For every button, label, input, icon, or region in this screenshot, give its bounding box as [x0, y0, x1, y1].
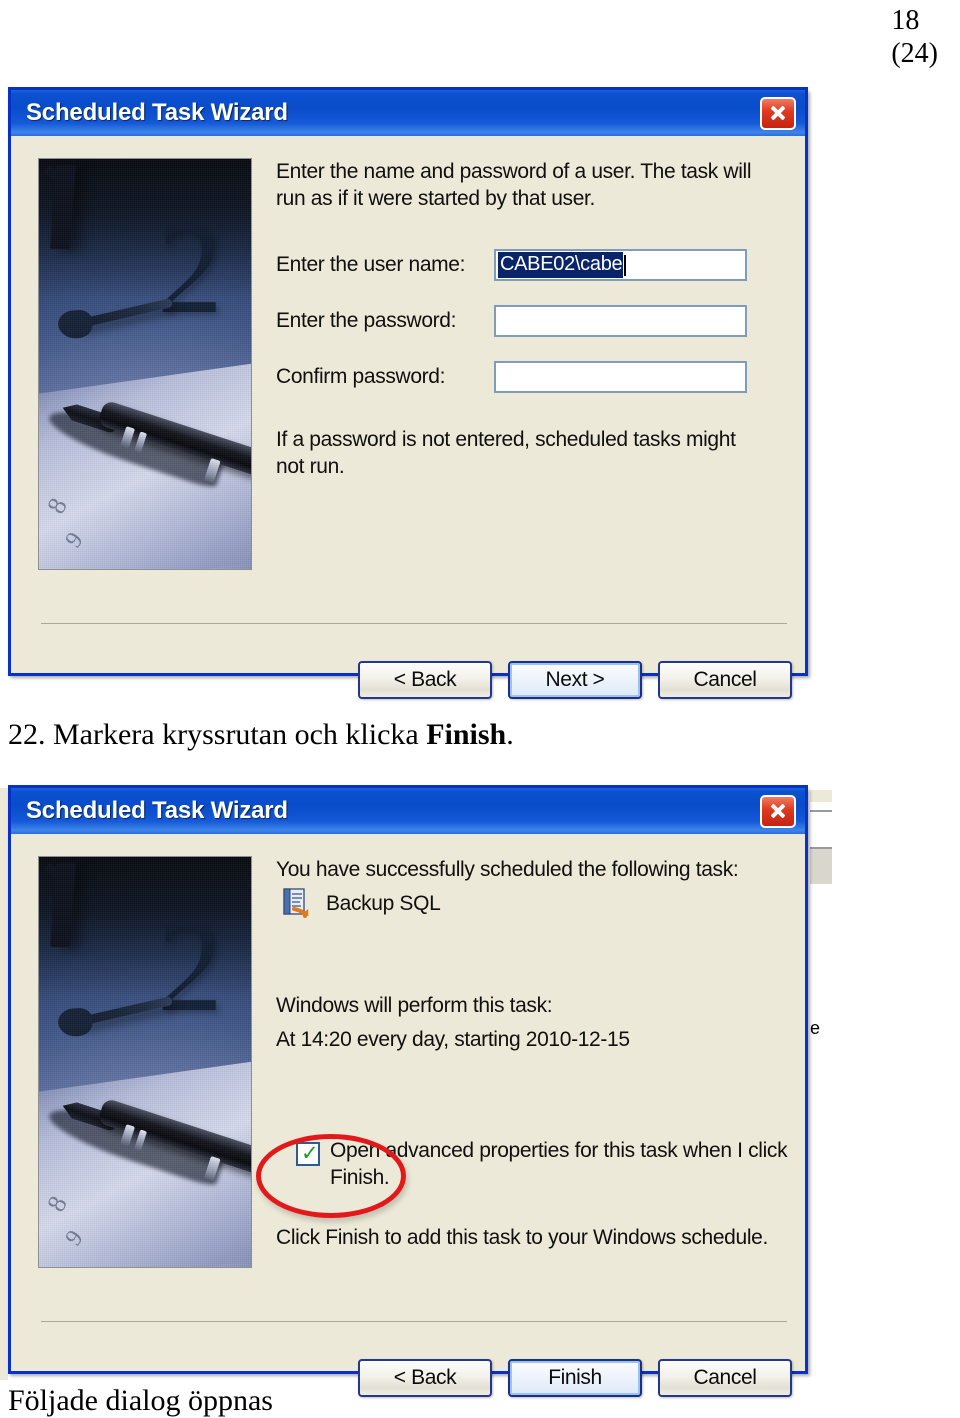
checkbox-label-line1: Open advanced properties for this task w…	[330, 1139, 788, 1162]
dialog1-note-line2: not run.	[276, 455, 345, 478]
scheduled-task-name: Backup SQL	[326, 891, 441, 915]
user-name-label: Enter the user name:	[276, 253, 466, 276]
open-advanced-properties-row[interactable]: ✓ Open advanced properties for this task…	[296, 1137, 796, 1191]
instruction-step-22-prefix: 22. Markera kryssrutan och klicka	[8, 718, 427, 751]
dialog1-separator	[41, 623, 787, 624]
confirm-password-input[interactable]	[494, 361, 747, 393]
checkbox-label-line2: Finish.	[330, 1166, 390, 1189]
dialog2-success-text: You have successfully scheduled the foll…	[276, 858, 739, 881]
text-caret	[624, 254, 627, 276]
finish-button[interactable]: Finish	[508, 1359, 642, 1397]
wizard-sidebar-image: 2 3 8 9	[38, 856, 252, 1268]
dialog2-finish-hint: Click Finish to add this task to your Wi…	[276, 1226, 768, 1249]
close-icon[interactable]	[760, 96, 796, 130]
close-icon[interactable]	[760, 794, 796, 828]
dialog2-separator	[41, 1321, 787, 1322]
user-name-row: Enter the user name: CABE02\cabe	[276, 249, 787, 281]
dialog2-button-row: < Back Finish Cancel	[358, 1359, 792, 1397]
scheduled-task-entry: Backup SQL	[280, 887, 441, 919]
instruction-step-22-suffix: .	[506, 718, 514, 751]
password-input[interactable]	[494, 305, 747, 337]
instruction-step-22-bold: Finish	[426, 718, 507, 751]
page-number: 18 (24)	[891, 4, 938, 70]
dialog1-title: Scheduled Task Wizard	[26, 99, 288, 126]
dialog2-body: 2 3 8 9 You have successfully scheduled …	[11, 834, 805, 1397]
scheduled-task-icon	[280, 887, 312, 919]
open-advanced-properties-checkbox[interactable]: ✓	[296, 1142, 320, 1166]
confirm-password-row: Confirm password:	[276, 361, 787, 393]
dialog1-titlebar[interactable]: Scheduled Task Wizard	[8, 87, 808, 136]
background-window-left-edge	[0, 788, 8, 1380]
cancel-button[interactable]: Cancel	[658, 1359, 792, 1397]
back-button[interactable]: < Back	[358, 661, 492, 699]
dialog1-body: 2 3 8 9 Enter the name and password of a…	[11, 136, 805, 699]
dialog1-intro-line1: Enter the name and password of a user. T…	[276, 160, 752, 183]
dialog1-intro-line2: run as if it were started by that user.	[276, 187, 596, 210]
background-window-text-fragment: e	[810, 1018, 821, 1036]
user-name-value: CABE02\cabe	[498, 252, 624, 278]
password-label: Enter the password:	[276, 309, 457, 332]
confirm-password-label: Confirm password:	[276, 365, 446, 388]
scheduled-task-wizard-dialog-1: Scheduled Task Wizard 2 3 8 9 Enter the …	[8, 87, 808, 699]
scheduled-task-wizard-dialog-2: Scheduled Task Wizard 2 3 8 9 You have s…	[8, 785, 808, 1397]
open-advanced-properties-label: Open advanced properties for this task w…	[330, 1137, 788, 1191]
dialog1-intro: Enter the name and password of a user. T…	[276, 158, 776, 212]
check-icon: ✓	[301, 1141, 319, 1165]
next-button[interactable]: Next >	[508, 661, 642, 699]
dialog2-titlebar[interactable]: Scheduled Task Wizard	[8, 785, 808, 834]
dialog1-note-line1: If a password is not entered, scheduled …	[276, 428, 736, 451]
dialog2-title: Scheduled Task Wizard	[26, 797, 288, 824]
cancel-button[interactable]: Cancel	[658, 661, 792, 699]
dialog1-password-note: If a password is not entered, scheduled …	[276, 426, 776, 480]
dialog1-button-row: < Back Next > Cancel	[358, 661, 792, 699]
dialog2-perform-label: Windows will perform this task:	[276, 994, 553, 1017]
user-name-input[interactable]: CABE02\cabe	[494, 249, 747, 281]
dialog2-schedule-text: At 14:20 every day, starting 2010-12-15	[276, 1028, 630, 1051]
page-number-total: (24)	[891, 38, 938, 70]
background-window-scroll-thumb	[810, 847, 832, 884]
background-window-right-panel	[810, 790, 832, 802]
page-number-current: 18	[891, 5, 920, 36]
instruction-step-22: 22. Markera kryssrutan och klicka Finish…	[8, 718, 514, 752]
password-row: Enter the password:	[276, 305, 787, 337]
instruction-following-dialog: Följade dialog öppnas	[8, 1384, 273, 1417]
back-button[interactable]: < Back	[358, 1359, 492, 1397]
background-window-scroll-track	[810, 810, 832, 812]
wizard-sidebar-image: 2 3 8 9	[38, 158, 252, 570]
